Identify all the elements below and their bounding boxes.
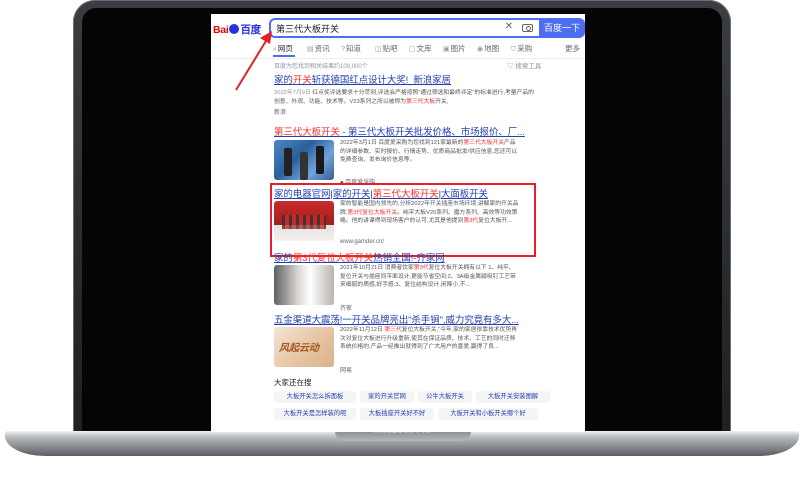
result-snippet: 2021年10月21日 消费者饮家第3代复位大板开关拥有以下 1、纯平、复位开关… bbox=[340, 265, 516, 288]
filter-icon: ▽ bbox=[507, 63, 514, 70]
search-button[interactable]: 百度一下 bbox=[539, 18, 585, 38]
search-icon: ⌕ bbox=[273, 46, 277, 53]
result-title[interactable]: 第三代大板开关 - 第三代大板开关批发价格、市场报价、厂... bbox=[274, 124, 534, 138]
tab-news[interactable]: ▤资讯 bbox=[307, 43, 330, 54]
browser-screen: Bai 百度 第三代大板开关 ✕ 百度一下 ⌕网页 ▤资讯 ?知道 ◫贴吧 ▢文库… bbox=[211, 14, 585, 432]
result-count: 百度为您找到相关结果约109,000个 bbox=[274, 64, 368, 70]
divider bbox=[211, 58, 585, 59]
baidu-logo[interactable]: Bai 百度 bbox=[213, 22, 261, 37]
tab-more[interactable]: 更多 bbox=[565, 43, 580, 54]
tab-zhidao[interactable]: ?知道 bbox=[341, 43, 361, 54]
doc-icon: ▢ bbox=[409, 46, 416, 53]
related-search-item[interactable]: 大板插座开关好不好 bbox=[360, 408, 434, 420]
annotation-highlight-box bbox=[270, 183, 536, 257]
forum-icon: ◫ bbox=[375, 46, 382, 53]
map-icon: ◉ bbox=[477, 46, 484, 53]
result-source[interactable]: 齐家 bbox=[340, 303, 352, 312]
related-search-item[interactable]: 大板开关安装图解 bbox=[476, 391, 550, 403]
search-result: 家的第3代复位大板开关热销全国!-齐家网 2021年10月21日 消费者饮家第3… bbox=[274, 250, 534, 312]
search-header: Bai 百度 第三代大板开关 ✕ 百度一下 bbox=[211, 18, 585, 38]
news-icon: ▤ bbox=[307, 46, 314, 53]
result-snippet: 2022年11月12日 第三代复位大板开关,“今年,家的家居依靠技术优势再次对复… bbox=[340, 327, 518, 350]
active-tab-indicator bbox=[273, 55, 295, 57]
result-title[interactable]: 五金渠道大震荡!一开关品牌亮出"杀手锏",威力究竟有多大... bbox=[274, 312, 534, 326]
search-result: 第三代大板开关 - 第三代大板开关批发价格、市场报价、厂... 2022年3月1… bbox=[274, 124, 534, 186]
related-search-item[interactable]: 大板开关和小板开关哪个好 bbox=[438, 408, 538, 420]
result-snippet: 2022年7月9日 红点奖评选要求十分苛刻,评选会严格按照“通过筛选和最终评定”… bbox=[274, 90, 534, 105]
result-thumbnail[interactable]: 风起云动 bbox=[274, 327, 334, 367]
tab-wenku[interactable]: ▢文库 bbox=[409, 43, 432, 54]
related-search-item[interactable]: 大板开关是怎样装的呢 bbox=[274, 408, 356, 420]
tab-map[interactable]: ◉地图 bbox=[477, 43, 499, 54]
tab-tieba[interactable]: ◫贴吧 bbox=[375, 43, 398, 54]
related-search-item[interactable]: 公牛大板开关 bbox=[418, 391, 472, 403]
search-tools[interactable]: ▽ 搜索工具 bbox=[507, 60, 541, 70]
result-thumbnail[interactable] bbox=[274, 265, 334, 305]
related-searches-heading: 大家还在搜 bbox=[274, 378, 312, 387]
search-result: 家的开关斩获德国红点设计大奖!_新浪家居 2022年7月9日 红点奖评选要求十分… bbox=[274, 72, 534, 116]
search-query[interactable]: 第三代大板开关 bbox=[276, 22, 339, 35]
image-icon: ▣ bbox=[443, 46, 450, 53]
tab-web[interactable]: ⌕网页 bbox=[273, 43, 293, 54]
search-tabs: ⌕网页 ▤资讯 ?知道 ◫贴吧 ▢文库 ▣图片 ◉地图 ⛉采购 更多 bbox=[273, 43, 585, 55]
search-result: 五金渠道大震荡!一开关品牌亮出"杀手锏",威力究竟有多大... 风起云动 202… bbox=[274, 312, 534, 374]
tab-images[interactable]: ▣图片 bbox=[443, 43, 466, 54]
result-source[interactable]: 新浪 bbox=[274, 107, 534, 116]
result-source[interactable]: 网易 bbox=[340, 365, 352, 374]
tab-purchase[interactable]: ⛉采购 bbox=[511, 43, 532, 54]
close-icon[interactable]: ✕ bbox=[505, 21, 513, 32]
related-search-item[interactable]: 家的开关官网 bbox=[360, 391, 414, 403]
camera-icon[interactable] bbox=[522, 24, 533, 32]
result-title[interactable]: 家的第3代复位大板开关热销全国!-齐家网 bbox=[274, 250, 534, 264]
result-title[interactable]: 家的开关斩获德国红点设计大奖!_新浪家居 bbox=[274, 72, 534, 86]
result-thumbnail[interactable] bbox=[274, 140, 334, 180]
paw-icon bbox=[229, 24, 240, 34]
result-snippet: 2022年3月1日 百度爱采购为您找到121家最新的第三代大板开关产品的详细参数… bbox=[340, 140, 518, 163]
question-icon: ? bbox=[341, 46, 345, 53]
search-input[interactable]: 第三代大板开关 ✕ bbox=[269, 18, 539, 38]
cart-icon: ⛉ bbox=[511, 46, 517, 53]
related-search-item[interactable]: 大板开关怎么拆面板 bbox=[274, 391, 356, 403]
